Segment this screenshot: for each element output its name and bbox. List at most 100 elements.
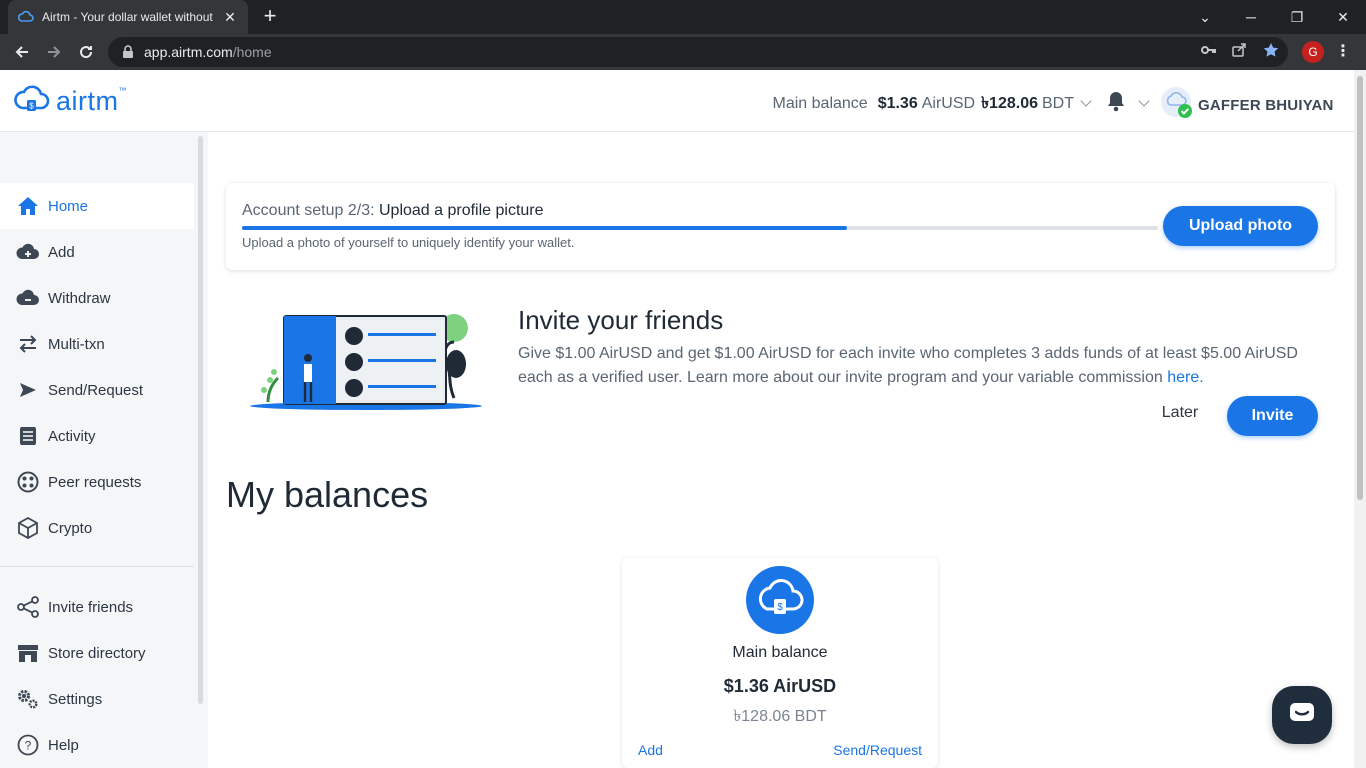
header-balance-dropdown[interactable]: Main balance $1.36 AirUSD ৳128.06 BDT — [773, 90, 1092, 117]
tab-close-icon[interactable]: ✕ — [222, 9, 238, 26]
sidebar-item-label: Settings — [48, 690, 103, 708]
sidebar-item-label: Activity — [48, 427, 96, 445]
swap-icon — [16, 332, 40, 356]
sidebar-item-invite-friends[interactable]: Invite friends — [0, 584, 194, 630]
sidebar-item-activity[interactable]: Activity — [0, 413, 194, 459]
sidebar-item-home[interactable]: Home — [0, 183, 194, 229]
new-tab-button[interactable]: + — [258, 5, 282, 29]
sidebar-item-label: Home — [48, 197, 89, 215]
sidebar-item-send-request[interactable]: Send/Request — [0, 367, 194, 413]
tab-search-icon[interactable]: ⌄ — [1182, 0, 1228, 34]
peer-icon — [16, 470, 40, 494]
store-icon — [16, 641, 40, 665]
sidebar-item-withdraw[interactable]: Withdraw — [0, 275, 194, 321]
sidebar-item-peer-requests[interactable]: Peer requests — [0, 459, 194, 505]
invite-description: Give $1.00 AirUSD and get $1.00 AirUSD f… — [518, 345, 1298, 386]
svg-text:$: $ — [777, 602, 783, 613]
gear-icon — [16, 687, 40, 711]
scrollbar-thumb[interactable] — [1357, 76, 1363, 500]
setup-progress-bar — [242, 226, 1158, 230]
sidebar: Home Add Withdraw Multi-txn Send/Request… — [0, 132, 208, 768]
balance-local: ৳128.06 — [981, 95, 1038, 112]
sidebar-item-store-directory[interactable]: Store directory — [0, 630, 194, 676]
forward-icon[interactable] — [40, 38, 68, 66]
sidebar-item-label: Peer requests — [48, 473, 142, 491]
upload-photo-button[interactable]: Upload photo — [1163, 206, 1318, 246]
sidebar-item-help[interactable]: ? Help — [0, 722, 194, 768]
sidebar-item-label: Crypto — [48, 519, 93, 537]
chat-support-button[interactable] — [1272, 686, 1332, 744]
sidebar-item-label: Help — [48, 736, 79, 754]
balance-card-local: ৳128.06 BDT — [733, 708, 827, 725]
svg-text:$: $ — [29, 102, 34, 111]
home-icon — [16, 194, 40, 218]
browser-profile-avatar[interactable]: G — [1302, 41, 1324, 63]
cloud-add-icon — [16, 240, 40, 264]
sidebar-item-crypto[interactable]: Crypto — [0, 505, 194, 551]
sidebar-scrollbar[interactable] — [198, 136, 203, 704]
setup-title: Account setup 2/3: Upload a profile pict… — [242, 202, 544, 219]
minimize-button[interactable]: ─ — [1228, 0, 1274, 34]
sidebar-divider — [0, 566, 194, 567]
user-menu[interactable]: GAFFER BHUIYAN — [1160, 86, 1334, 125]
sidebar-item-multi-txn[interactable]: Multi-txn — [0, 321, 194, 367]
main-balance-card: $ Main balance $1.36 AirUSD ৳128.06 BDT … — [622, 558, 938, 768]
balance-card-amount: $1.36 AirUSD — [723, 676, 837, 696]
avatar — [1160, 86, 1194, 125]
cloud-withdraw-icon — [16, 286, 40, 310]
invite-button[interactable]: Invite — [1227, 396, 1318, 436]
airtm-favicon-icon — [18, 9, 34, 25]
share-page-icon[interactable] — [1230, 41, 1248, 59]
page-scrollbar[interactable] — [1354, 70, 1366, 768]
bookmark-star-icon[interactable] — [1262, 41, 1280, 59]
balance-send-request-link[interactable]: Send/Request — [833, 742, 922, 758]
help-icon: ? — [16, 733, 40, 757]
balance-add-link[interactable]: Add — [638, 742, 663, 758]
tab-title: Airtm - Your dollar wallet without — [42, 10, 213, 24]
browser-tab[interactable]: Airtm - Your dollar wallet without ✕ — [8, 0, 248, 34]
user-name: GAFFER BHUIYAN — [1198, 97, 1334, 114]
invite-title: Invite your friends — [518, 305, 724, 335]
cloud-wallet-icon: $ — [746, 566, 814, 634]
sidebar-item-label: Invite friends — [48, 598, 134, 616]
share-icon — [16, 595, 40, 619]
svg-text:?: ? — [25, 739, 32, 753]
back-icon[interactable] — [8, 38, 36, 66]
sidebar-item-label: Add — [48, 243, 75, 261]
invite-illustration — [246, 306, 486, 414]
balance-card-name: Main balance — [732, 644, 828, 661]
logo-text: airtm™ — [56, 86, 127, 116]
sidebar-item-label: Withdraw — [48, 289, 111, 307]
url-path: /home — [232, 44, 272, 60]
balance-amount: $1.36 — [877, 95, 918, 112]
invite-program-link[interactable]: here. — [1167, 369, 1203, 386]
setup-progress-fill — [242, 226, 847, 230]
close-window-button[interactable]: ✕ — [1320, 0, 1366, 34]
activity-icon — [16, 424, 40, 448]
url-host: app.airtm.com — [144, 44, 233, 60]
chevron-down-icon — [1080, 95, 1092, 107]
sidebar-item-label: Send/Request — [48, 381, 144, 399]
setup-subtitle: Upload a photo of yourself to uniquely i… — [242, 235, 575, 250]
balance-currency: AirUSD — [921, 95, 976, 112]
notifications-button[interactable] — [1106, 90, 1150, 117]
browser-menu-icon[interactable]: ⋮ — [1334, 41, 1352, 63]
later-button[interactable]: Later — [1150, 404, 1210, 428]
airtm-logo[interactable]: $ airtm™ — [14, 84, 127, 119]
sidebar-item-add[interactable]: Add — [0, 229, 194, 275]
balance-local-currency: BDT — [1042, 95, 1074, 112]
bell-icon — [1106, 90, 1126, 117]
reload-icon[interactable] — [72, 38, 100, 66]
sidebar-item-label: Multi-txn — [48, 335, 105, 353]
address-bar[interactable]: app.airtm.com/home — [108, 37, 1288, 67]
send-icon — [16, 378, 40, 402]
restore-button[interactable]: ❐ — [1274, 0, 1320, 34]
chevron-down-icon — [1138, 94, 1150, 107]
lock-icon — [122, 45, 136, 59]
cube-icon — [16, 516, 40, 540]
cloud-logo-icon: $ — [14, 84, 50, 119]
key-icon[interactable] — [1200, 41, 1218, 59]
browser-toolbar: app.airtm.com/home G ⋮ — [0, 34, 1366, 70]
sidebar-item-settings[interactable]: Settings — [0, 676, 194, 722]
browser-tabstrip: Airtm - Your dollar wallet without ✕ + ⌄… — [0, 0, 1366, 34]
